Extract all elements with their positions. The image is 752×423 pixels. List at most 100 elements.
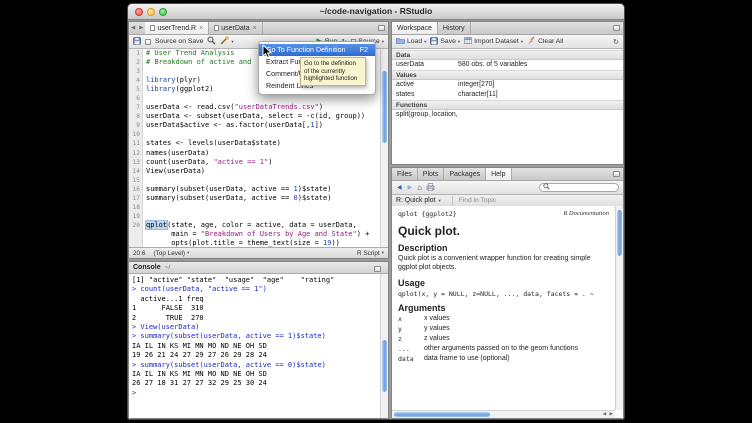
save-icon[interactable]	[133, 37, 141, 47]
console-line: > summary(subset(userData, active == 1)$…	[132, 332, 380, 341]
minimize-button[interactable]	[147, 8, 155, 16]
workspace-row[interactable]: statescharacter[11]	[392, 90, 623, 100]
code-line[interactable]: 9userData$active <- as.factor(userData[,…	[129, 121, 380, 130]
maximize-pane-icon[interactable]	[613, 171, 620, 177]
save-label: Save	[440, 38, 456, 45]
workspace-row[interactable]: split(group, location, ...)	[392, 110, 623, 120]
code-text: userData <- subset(userData, select = -c…	[142, 112, 365, 121]
scrollbar-thumb[interactable]	[617, 210, 622, 256]
tab-help[interactable]: Help	[486, 168, 511, 180]
load-workspace-button[interactable]: Load ▾	[396, 37, 426, 46]
help-search-box[interactable]	[539, 183, 619, 192]
home-icon[interactable]: ⌂	[417, 183, 422, 192]
console-title: Console	[133, 264, 161, 271]
scrollbar-thumb[interactable]	[394, 412, 490, 417]
code-text: summary(subset(userData, active == 0)$st…	[142, 194, 331, 203]
chevron-down-icon: ▾	[438, 198, 440, 204]
scrollbar-arrows[interactable]: ◀ ▶	[603, 411, 614, 417]
help-toolbar: ◀ ▶ ⌂	[392, 181, 623, 195]
console-line: 26 27 18 31 27 27 32 29 25 30 24	[132, 379, 380, 388]
menu-item[interactable]: Go To Function DefinitionF2	[259, 44, 375, 56]
code-text: library(ggplot2)	[142, 85, 213, 94]
tab-packages[interactable]: Packages	[444, 168, 486, 180]
console-lines[interactable]: [1] "active" "state" "usage" "age" "rati…	[129, 274, 380, 418]
console-vertical-scrollbar[interactable]	[380, 274, 388, 418]
nav-forward-icon[interactable]: ▶	[137, 25, 145, 31]
line-number: 4	[129, 76, 142, 85]
code-line[interactable]: 6	[129, 94, 380, 103]
argument-row: yy values	[398, 325, 609, 334]
source-on-save-checkbox[interactable]	[145, 39, 151, 45]
code-line[interactable]: 19	[129, 212, 380, 221]
help-content: qplot {ggplot2} R Documentation Quick pl…	[392, 206, 615, 410]
argument-desc: data frame to use (optional)	[424, 355, 510, 364]
editor-tab-usertrend.r[interactable]: userTrend.R×	[145, 22, 209, 34]
clear-all-button[interactable]: Clear All	[527, 36, 563, 47]
scope-selector[interactable]: (Top Level) ▾	[153, 250, 189, 257]
forward-icon[interactable]: ▶	[407, 184, 414, 191]
code-text: states <- levels(userData$state)	[142, 139, 281, 148]
maximize-pane-icon[interactable]	[374, 266, 381, 272]
titlebar[interactable]: ~/code-navigation - RStudio	[128, 4, 624, 20]
code-line[interactable]: main = "Breakdown of Users by Age and St…	[129, 230, 380, 239]
workspace-row[interactable]: activeinteger[270]	[392, 80, 623, 90]
tab-plots[interactable]: Plots	[418, 168, 445, 180]
help-horizontal-scrollbar[interactable]: ◀ ▶	[392, 410, 615, 418]
argument-row: xx values	[398, 315, 609, 324]
rstudio-window: ~/code-navigation - RStudio ◀ ▶ userTren…	[127, 3, 625, 420]
console-working-directory: ~/	[165, 264, 171, 271]
doc-type-selector[interactable]: R Script ▾	[357, 250, 384, 257]
code-line[interactable]: 11states <- levels(userData$state)	[129, 139, 380, 148]
close-button[interactable]	[135, 8, 143, 16]
chevron-down-icon: ▾	[521, 39, 523, 45]
code-line[interactable]: 20qplot(state, age, color = active, data…	[129, 221, 380, 230]
editor-tab-userdata[interactable]: userData×	[209, 22, 263, 34]
back-icon[interactable]: ◀	[396, 184, 403, 191]
nav-back-icon[interactable]: ◀	[129, 25, 137, 31]
help-search-input[interactable]	[552, 184, 615, 191]
code-line[interactable]: opts(plot.title = theme_text(size = 19))	[129, 239, 380, 247]
line-number: 11	[129, 139, 142, 148]
open-folder-icon	[396, 37, 405, 46]
code-line[interactable]: 15	[129, 176, 380, 185]
editor-vertical-scrollbar[interactable]	[380, 49, 388, 247]
workspace-section-header: Functions	[392, 100, 623, 110]
import-dataset-label: Import Dataset	[474, 38, 519, 45]
tab-files[interactable]: Files	[392, 168, 418, 180]
code-line[interactable]: 7userData <- read.csv("userDataTrends.cs…	[129, 103, 380, 112]
maximize-pane-icon[interactable]	[613, 25, 620, 31]
workspace-row[interactable]: userData580 obs. of 5 variables	[392, 60, 623, 70]
code-line[interactable]: 10	[129, 130, 380, 139]
close-icon[interactable]: ×	[199, 25, 203, 32]
code-line[interactable]: 17summary(subset(userData, active == 0)$…	[129, 194, 380, 203]
save-icon	[430, 37, 438, 47]
scrollbar-thumb[interactable]	[382, 340, 387, 392]
search-icon[interactable]	[207, 36, 216, 47]
code-line[interactable]: 8userData <- subset(userData, select = -…	[129, 112, 380, 121]
refresh-icon[interactable]: ↻	[613, 38, 619, 46]
save-workspace-button[interactable]: Save ▾	[430, 37, 460, 47]
print-icon[interactable]	[426, 183, 435, 193]
console-line: 1 FALSE 310	[132, 304, 380, 313]
tab-history[interactable]: History	[438, 22, 471, 34]
close-icon[interactable]: ×	[253, 25, 257, 32]
import-dataset-button[interactable]: Import Dataset ▾	[464, 37, 523, 46]
zoom-button[interactable]	[159, 8, 167, 16]
code-line[interactable]: 12names(userData)	[129, 149, 380, 158]
code-text: qplot(state, age, color = active, data =…	[142, 221, 357, 230]
tab-workspace[interactable]: Workspace	[392, 22, 438, 34]
code-line[interactable]: 16summary(subset(userData, active == 1)$…	[129, 185, 380, 194]
help-vertical-scrollbar[interactable]	[615, 206, 623, 410]
scrollbar-thumb[interactable]	[382, 71, 387, 143]
code-line[interactable]: 14View(userData)	[129, 167, 380, 176]
maximize-pane-icon[interactable]	[378, 25, 385, 31]
code-line[interactable]: 13count(userData, "active == 1")	[129, 158, 380, 167]
code-tools-button[interactable]: ▾	[220, 36, 233, 47]
description-heading: Description	[398, 243, 609, 253]
help-topic-label: R: Quick plot	[396, 197, 435, 204]
menu-item-label: Go To Function Definition	[266, 46, 346, 54]
find-in-topic-input[interactable]	[452, 196, 522, 206]
line-number: 13	[129, 158, 142, 167]
console-line: > View(userData)	[132, 323, 380, 332]
code-line[interactable]: 18	[129, 203, 380, 212]
